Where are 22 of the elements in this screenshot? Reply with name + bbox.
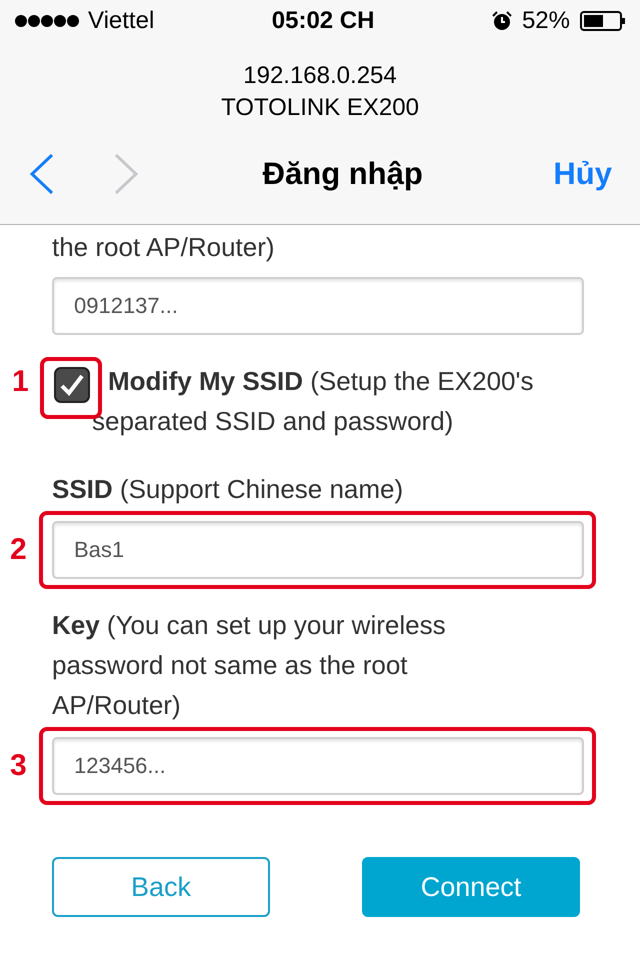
page-title: TOTOLINK EX200	[221, 93, 419, 123]
field-label: the root AP/Router)	[52, 231, 276, 264]
cancel-button[interactable]: Hủy	[553, 150, 612, 198]
nav-title: Đăng nhập	[262, 154, 424, 193]
input-field[interactable]: 0912137...	[52, 277, 584, 335]
field-label: Key (You can set up your wireless password not same as the root AP/Router)	[52, 609, 447, 722]
field-label: SSID (Support Chinese name)	[52, 473, 404, 506]
status-time: 05:02 CH	[272, 6, 374, 36]
input-field[interactable]: Bas1	[52, 521, 584, 579]
annotation-number: 1	[12, 367, 29, 397]
battery-percent: 52%	[522, 6, 570, 36]
alarm-icon	[492, 11, 512, 31]
check-icon	[59, 373, 85, 397]
battery-icon	[580, 11, 626, 31]
annotation-number: 2	[10, 535, 27, 565]
checkbox[interactable]	[54, 367, 90, 403]
signal-icon	[14, 14, 80, 28]
annotation-number: 3	[10, 751, 27, 781]
input-field[interactable]: 123456...	[52, 737, 584, 795]
page-address: 192.168.0.254	[243, 61, 397, 91]
checkbox-label: Modify My SSID (Setup the EX200's separated SSID and password)	[92, 365, 534, 438]
carrier-name: Viettel	[88, 6, 154, 36]
